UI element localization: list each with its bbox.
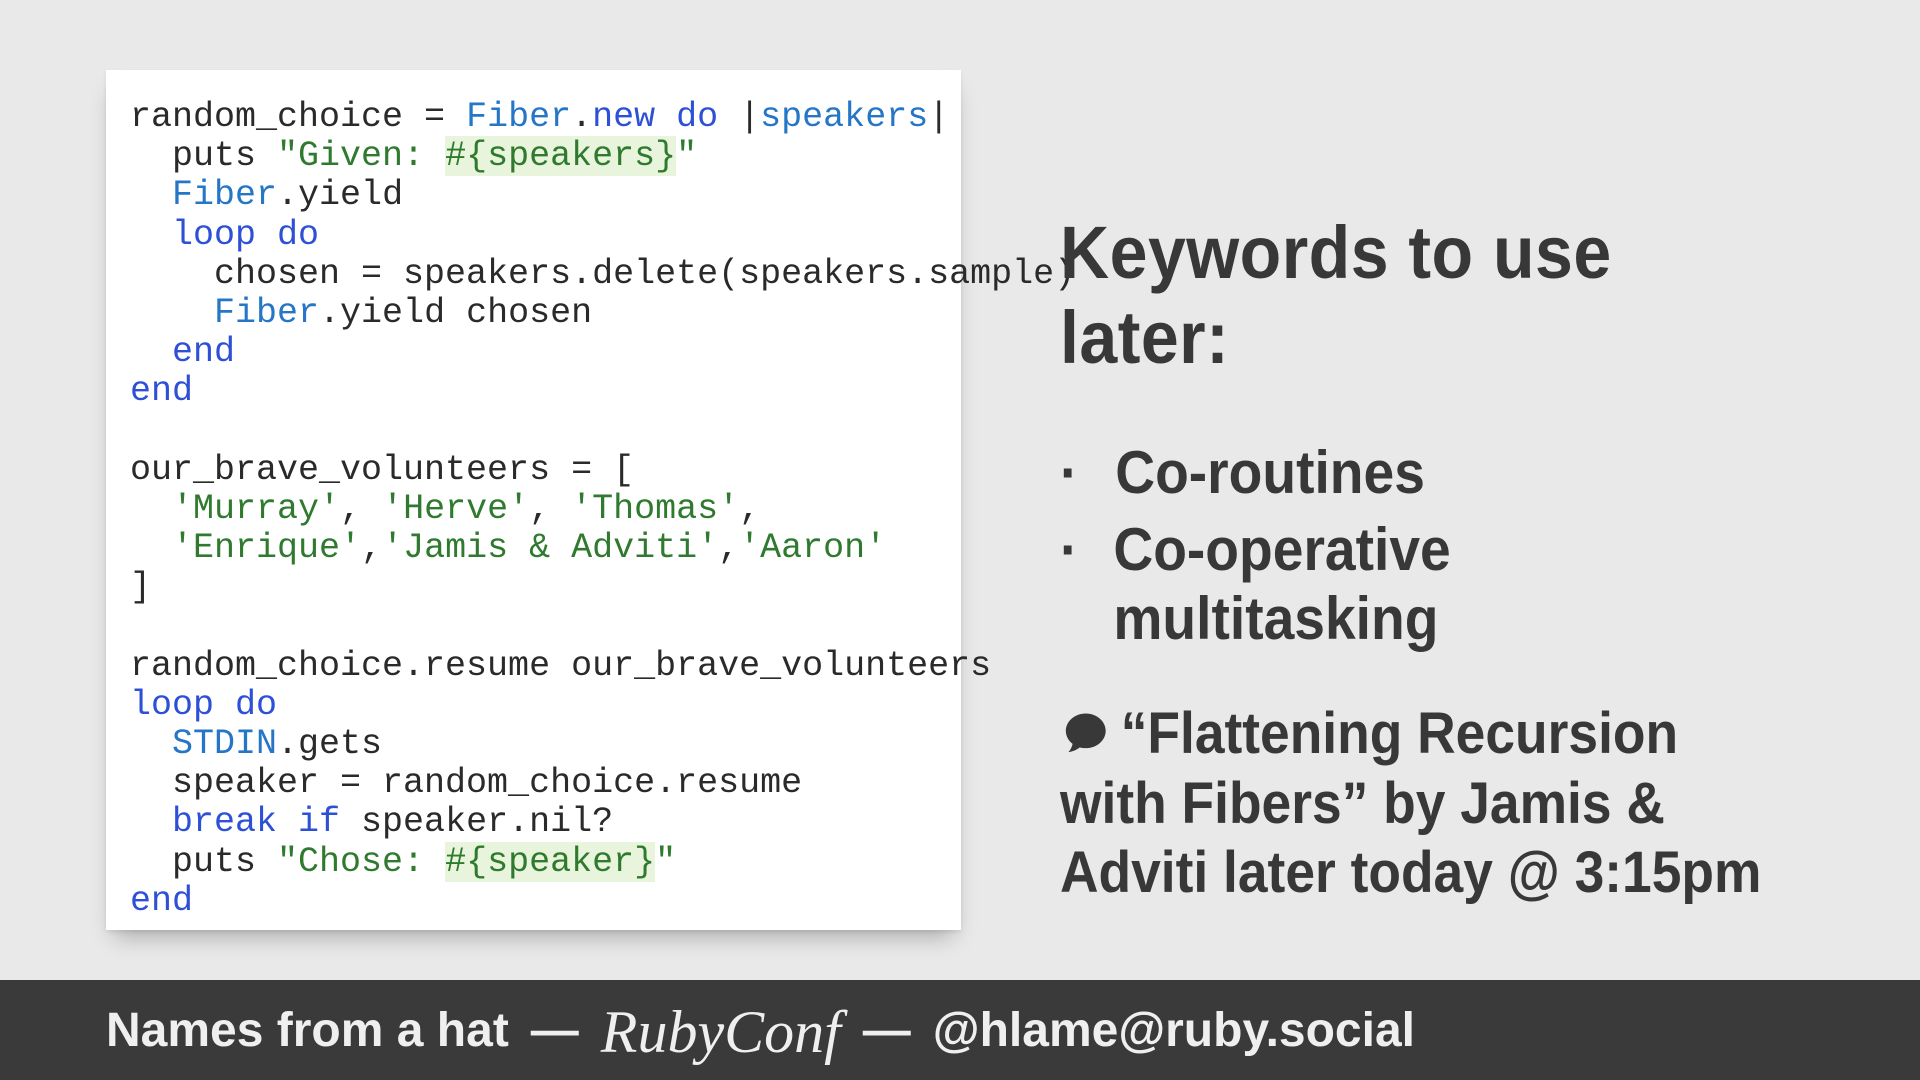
code-token: speaker = random_choice.resume: [130, 763, 802, 803]
code-token: .yield chosen: [319, 293, 592, 333]
keywords-list: ·Co-routines·Co-operative multitasking: [1060, 438, 1768, 653]
list-item: ·Co-routines: [1060, 438, 1768, 507]
footer-conference-name: RubyConf: [601, 998, 841, 1067]
code-token: ,: [529, 489, 571, 529]
code-token: ,: [361, 528, 382, 568]
code-token: break if: [172, 802, 340, 842]
code-token: 'Aaron': [739, 528, 886, 568]
code-token: #{speaker}: [445, 842, 655, 882]
code-token: 'Enrique': [172, 528, 361, 568]
keywords-heading: Keywords to use later:: [1060, 210, 1768, 380]
code-token: end: [172, 332, 235, 372]
slide-root: random_choice = Fiber.new do |speakers| …: [0, 0, 1920, 1080]
code-token: 'Jamis & Adviti': [382, 528, 718, 568]
code-token: STDIN: [172, 724, 277, 764]
code-token: "Given:: [277, 136, 445, 176]
code-token: Fiber: [214, 293, 319, 333]
code-token: .yield: [277, 175, 403, 215]
code-token: loop do: [172, 215, 319, 255]
code-token: 'Herve': [382, 489, 529, 529]
related-talk-text: “Flattening Recursion with Fibers” by Ja…: [1060, 701, 1761, 905]
code-token: [130, 175, 172, 215]
footer-separator-1: —: [531, 1003, 579, 1058]
code-token: "Chose:: [277, 842, 445, 882]
right-column: Keywords to use later: ·Co-routines·Co-o…: [1060, 210, 1830, 908]
related-talk-reference: “Flattening Recursion with Fibers” by Ja…: [1060, 699, 1768, 908]
code-token: 'Thomas': [571, 489, 739, 529]
code-token: new: [592, 97, 655, 137]
code-token: ]: [130, 567, 151, 607]
code-token: .: [571, 97, 592, 137]
list-item-label: Co-routines: [1115, 438, 1425, 507]
code-token: |: [718, 97, 760, 137]
code-token: .gets: [277, 724, 382, 764]
footer-social-handle: @hlame@ruby.social: [933, 1003, 1415, 1058]
code-token: [130, 724, 172, 764]
bullet-dot-icon: ·: [1060, 438, 1115, 507]
code-token: [130, 528, 172, 568]
code-token: #{speakers}: [445, 136, 676, 176]
code-token: random_choice.resume our_brave_volunteer…: [130, 646, 991, 686]
code-token: [130, 215, 172, 255]
code-token: puts: [130, 136, 277, 176]
code-token: ,: [718, 528, 739, 568]
bullet-dot-icon: ·: [1060, 515, 1113, 584]
speech-bubble-icon: [1060, 707, 1112, 759]
code-token: [130, 489, 172, 529]
code-token: 'Murray': [172, 489, 340, 529]
code-token: chosen = speakers.delete(speakers.sample…: [130, 254, 1075, 294]
list-item-label: Co-operative multitasking: [1113, 515, 1768, 653]
code-token: speaker.nil?: [340, 802, 613, 842]
code-token: [130, 332, 172, 372]
code-snippet: random_choice = Fiber.new do |speakers| …: [130, 98, 937, 921]
code-token: Fiber: [172, 175, 277, 215]
code-snippet-card: random_choice = Fiber.new do |speakers| …: [106, 70, 961, 930]
code-token: end: [130, 371, 193, 411]
code-token: ": [655, 842, 676, 882]
code-token: random_choice =: [130, 97, 466, 137]
code-token: ,: [739, 489, 760, 529]
slide-footer: Names from a hat — RubyConf — @hlame@rub…: [0, 980, 1920, 1080]
footer-separator-2: —: [863, 1003, 911, 1058]
code-token: puts: [130, 842, 277, 882]
code-token: ": [676, 136, 697, 176]
code-token: [130, 802, 172, 842]
code-token: ,: [340, 489, 382, 529]
list-item: ·Co-operative multitasking: [1060, 515, 1768, 653]
code-token: [655, 97, 676, 137]
code-token: do: [676, 97, 718, 137]
code-token: loop do: [130, 685, 277, 725]
code-token: speakers: [760, 97, 928, 137]
code-token: |: [928, 97, 949, 137]
footer-talk-title: Names from a hat: [106, 1003, 509, 1058]
code-token: Fiber: [466, 97, 571, 137]
code-token: [130, 293, 214, 333]
code-token: our_brave_volunteers = [: [130, 450, 634, 490]
code-token: end: [130, 881, 193, 921]
